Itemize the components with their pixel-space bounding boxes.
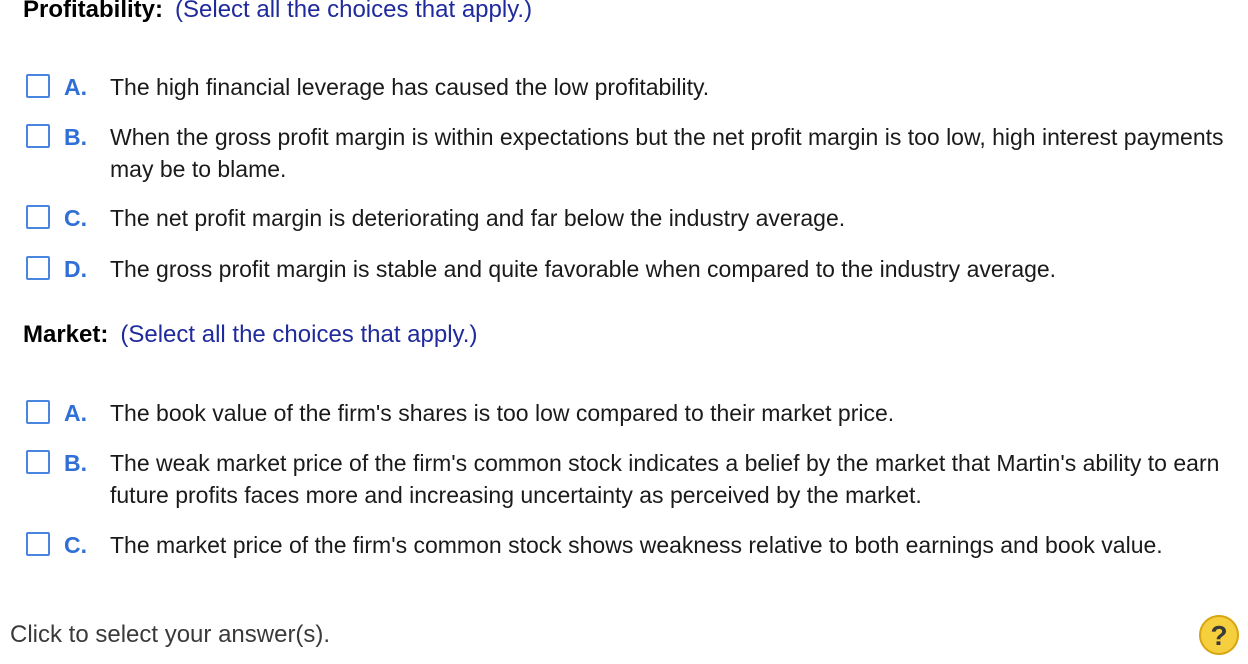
choice-letter: C. <box>64 532 87 558</box>
help-icon: ? <box>1210 619 1228 651</box>
checkbox[interactable] <box>26 74 50 98</box>
profitability-choice-a[interactable]: A. The high financial leverage has cause… <box>26 71 1226 103</box>
choice-letter: B. <box>64 450 87 476</box>
profitability-header: Profitability: (Select all the choices th… <box>23 0 532 24</box>
choice-letter: B. <box>64 124 87 150</box>
checkbox[interactable] <box>26 400 50 424</box>
choice-text: The high financial leverage has caused t… <box>110 74 710 100</box>
choice-letter: A. <box>64 400 87 426</box>
checkbox[interactable] <box>26 124 50 148</box>
market-choice-a[interactable]: A. The book value of the firm's shares i… <box>26 397 1226 429</box>
choice-text: The net profit margin is deteriorating a… <box>110 205 846 231</box>
checkbox[interactable] <box>26 532 50 556</box>
choice-text: The book value of the firm's shares is t… <box>110 400 895 426</box>
profitability-choice-c[interactable]: C. The net profit margin is deterioratin… <box>26 202 1226 234</box>
checkbox[interactable] <box>26 450 50 474</box>
market-label: Market: <box>23 321 109 348</box>
profitability-choice-d[interactable]: D. The gross profit margin is stable and… <box>26 253 1226 285</box>
profitability-label: Profitability: <box>23 0 164 23</box>
choice-text: When the gross profit margin is within e… <box>110 124 1224 182</box>
market-choice-b[interactable]: B. The weak market price of the firm's c… <box>26 447 1226 511</box>
footer-prompt: Click to select your answer(s). <box>10 621 331 648</box>
checkbox[interactable] <box>26 256 50 280</box>
choice-letter: A. <box>64 74 87 100</box>
profitability-choice-b[interactable]: B. When the gross profit margin is withi… <box>26 121 1226 185</box>
choice-letter: C. <box>64 205 87 231</box>
market-instruction: (Select all the choices that apply.) <box>120 321 478 348</box>
choice-text: The market price of the firm's common st… <box>110 532 1163 558</box>
profitability-instruction: (Select all the choices that apply.) <box>175 0 533 23</box>
help-button[interactable]: ? <box>1199 615 1239 655</box>
market-choice-c[interactable]: C. The market price of the firm's common… <box>26 529 1226 561</box>
choice-text: The weak market price of the firm's comm… <box>110 450 1220 508</box>
market-header: Market: (Select all the choices that appl… <box>23 321 477 349</box>
checkbox[interactable] <box>26 205 50 229</box>
choice-letter: D. <box>64 256 87 282</box>
divider <box>0 582 1248 583</box>
choice-text: The gross profit margin is stable and qu… <box>110 256 1057 282</box>
question-scroll-area[interactable]: Profitability: (Select all the choices th… <box>0 0 1248 582</box>
